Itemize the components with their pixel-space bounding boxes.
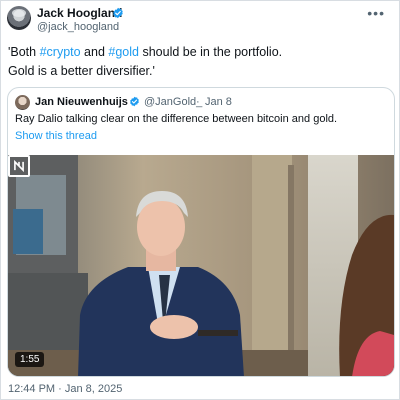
quoted-separator: · [196,96,200,108]
tweet-text-prefix: 'Both [8,45,40,59]
tweet-timestamp[interactable]: 12:44 PM · Jan 8, 2025 [8,383,122,395]
author-name[interactable]: Jack Hoogland [37,6,122,20]
tweet-card[interactable]: Jack Hoogland @jack_hoogland ••• 'Both #… [0,0,400,400]
quoted-verified-badge-icon [130,96,139,107]
quoted-author-name[interactable]: Jan Nieuwenhuijs [35,96,128,108]
quoted-author-handle[interactable]: @JanGold_ [144,96,202,108]
video-duration-badge: 1:55 [15,352,45,367]
more-options-icon[interactable]: ••• [367,5,385,21]
video-player[interactable]: 1:55 [8,155,394,376]
author-avatar[interactable] [7,6,31,30]
hashtag-crypto-link[interactable]: #crypto [40,45,81,59]
show-thread-link[interactable]: Show this thread [15,130,97,142]
avatar-highlight [12,9,26,17]
quoted-text: Ray Dalio talking clear on the differenc… [15,113,338,125]
hashtag-gold-link[interactable]: #gold [108,45,139,59]
tweet-text-suffix: should be in the portfolio. [138,45,283,59]
quoted-tweet[interactable]: Jan Nieuwenhuijs @JanGold_ · Jan 8 Ray D… [7,87,395,377]
author-handle[interactable]: @jack_hoogland [37,21,119,33]
quoted-author-avatar[interactable] [15,95,30,110]
verified-badge-icon [113,7,123,19]
tweet-text-line-2: Gold is a better diversifier.' [8,64,155,78]
n-logo-icon [8,155,30,177]
video-frame [8,155,394,376]
tweet-text-mid: and [80,45,109,59]
tweet-text-line-1: 'Both #crypto and #gold should be in the… [8,43,388,62]
tweet-text: 'Both #crypto and #gold should be in the… [8,43,388,81]
quoted-time[interactable]: Jan 8 [205,96,232,108]
